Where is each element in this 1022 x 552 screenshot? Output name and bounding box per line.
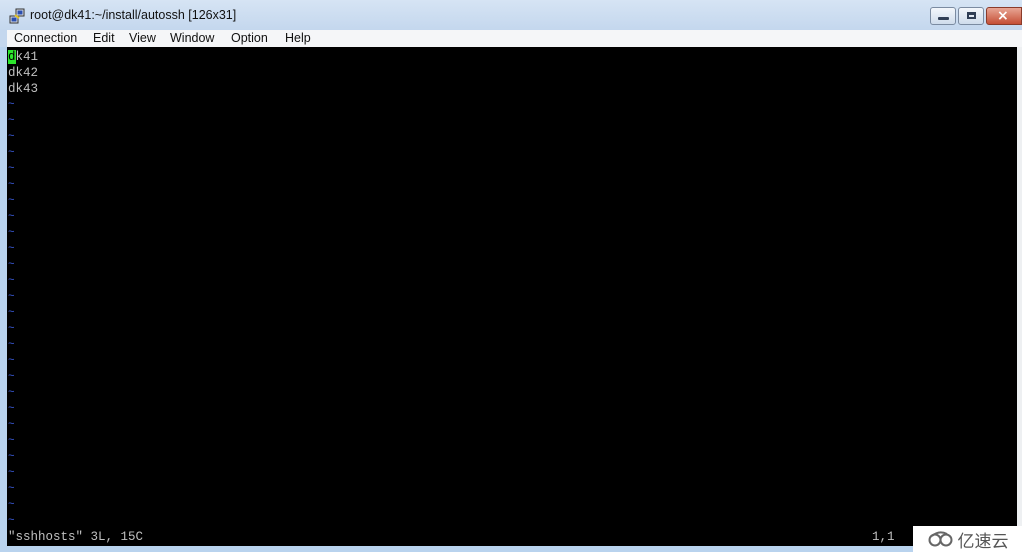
empty-line-tilde: ~ bbox=[8, 291, 15, 303]
title-bar[interactable]: root@dk41:~/install/autossh [126x31] × bbox=[0, 0, 1022, 30]
maximize-icon bbox=[967, 12, 976, 19]
empty-line-tilde: ~ bbox=[8, 467, 15, 479]
close-icon: × bbox=[997, 8, 1009, 24]
empty-line-tilde: ~ bbox=[8, 435, 15, 447]
empty-line-tilde: ~ bbox=[8, 227, 15, 239]
menu-connection[interactable]: Connection bbox=[14, 30, 77, 46]
empty-line-tilde: ~ bbox=[8, 211, 15, 223]
cloud-logo-icon bbox=[928, 531, 952, 547]
watermark: 亿速云 bbox=[913, 526, 1022, 552]
empty-line-tilde: ~ bbox=[8, 515, 15, 527]
close-button[interactable]: × bbox=[986, 7, 1022, 25]
maximize-button[interactable] bbox=[958, 7, 984, 25]
empty-line-tilde: ~ bbox=[8, 323, 15, 335]
empty-line-tilde: ~ bbox=[8, 339, 15, 351]
empty-line-tilde: ~ bbox=[8, 99, 15, 111]
minimize-button[interactable] bbox=[930, 7, 956, 25]
terminal-line: dk42 bbox=[8, 66, 39, 80]
empty-line-tilde: ~ bbox=[8, 259, 15, 271]
empty-line-tilde: ~ bbox=[8, 403, 15, 415]
menu-option[interactable]: Option bbox=[231, 30, 268, 46]
menu-window[interactable]: Window bbox=[170, 30, 214, 46]
empty-line-tilde: ~ bbox=[8, 307, 15, 319]
empty-line-tilde: ~ bbox=[8, 243, 15, 255]
empty-line-tilde: ~ bbox=[8, 115, 15, 127]
putty-terminal-icon bbox=[9, 8, 25, 24]
minimize-icon bbox=[938, 17, 949, 20]
empty-line-tilde: ~ bbox=[8, 499, 15, 511]
menu-edit[interactable]: Edit bbox=[93, 30, 115, 46]
menu-view[interactable]: View bbox=[129, 30, 156, 46]
empty-line-tilde: ~ bbox=[8, 371, 15, 383]
empty-line-tilde: ~ bbox=[8, 355, 15, 367]
vim-status-message: "sshhosts" 3L, 15C bbox=[8, 530, 144, 544]
terminal-line: dk43 bbox=[8, 82, 39, 96]
empty-line-tilde: ~ bbox=[8, 483, 15, 495]
empty-line-tilde: ~ bbox=[8, 179, 15, 191]
empty-line-tilde: ~ bbox=[8, 275, 15, 287]
terminal-line: dk41 bbox=[8, 50, 39, 64]
scrollbar[interactable] bbox=[1017, 47, 1022, 546]
cursor-position: 1,1 bbox=[872, 530, 895, 544]
empty-line-tilde: ~ bbox=[8, 131, 15, 143]
text-cursor: d bbox=[8, 50, 16, 64]
empty-line-tilde: ~ bbox=[8, 451, 15, 463]
empty-line-tilde: ~ bbox=[8, 163, 15, 175]
empty-line-tilde: ~ bbox=[8, 147, 15, 159]
terminal-screen[interactable]: dk41 dk42 dk43 ~ ~ ~ ~ ~ ~ ~ ~ ~ ~ ~ ~ ~ ~ ~ ~ ~ ~ ~ ~ ~ ~ ~ ~ ~… bbox=[7, 47, 1017, 546]
empty-line-tilde: ~ bbox=[8, 419, 15, 431]
menu-help[interactable]: Help bbox=[285, 30, 311, 46]
menu-bar: Connection Edit View Window Option Help bbox=[0, 30, 1022, 47]
empty-line-tilde: ~ bbox=[8, 387, 15, 399]
empty-line-tilde: ~ bbox=[8, 195, 15, 207]
window-title: root@dk41:~/install/autossh [126x31] bbox=[30, 8, 237, 22]
watermark-text: 亿速云 bbox=[957, 531, 1009, 552]
